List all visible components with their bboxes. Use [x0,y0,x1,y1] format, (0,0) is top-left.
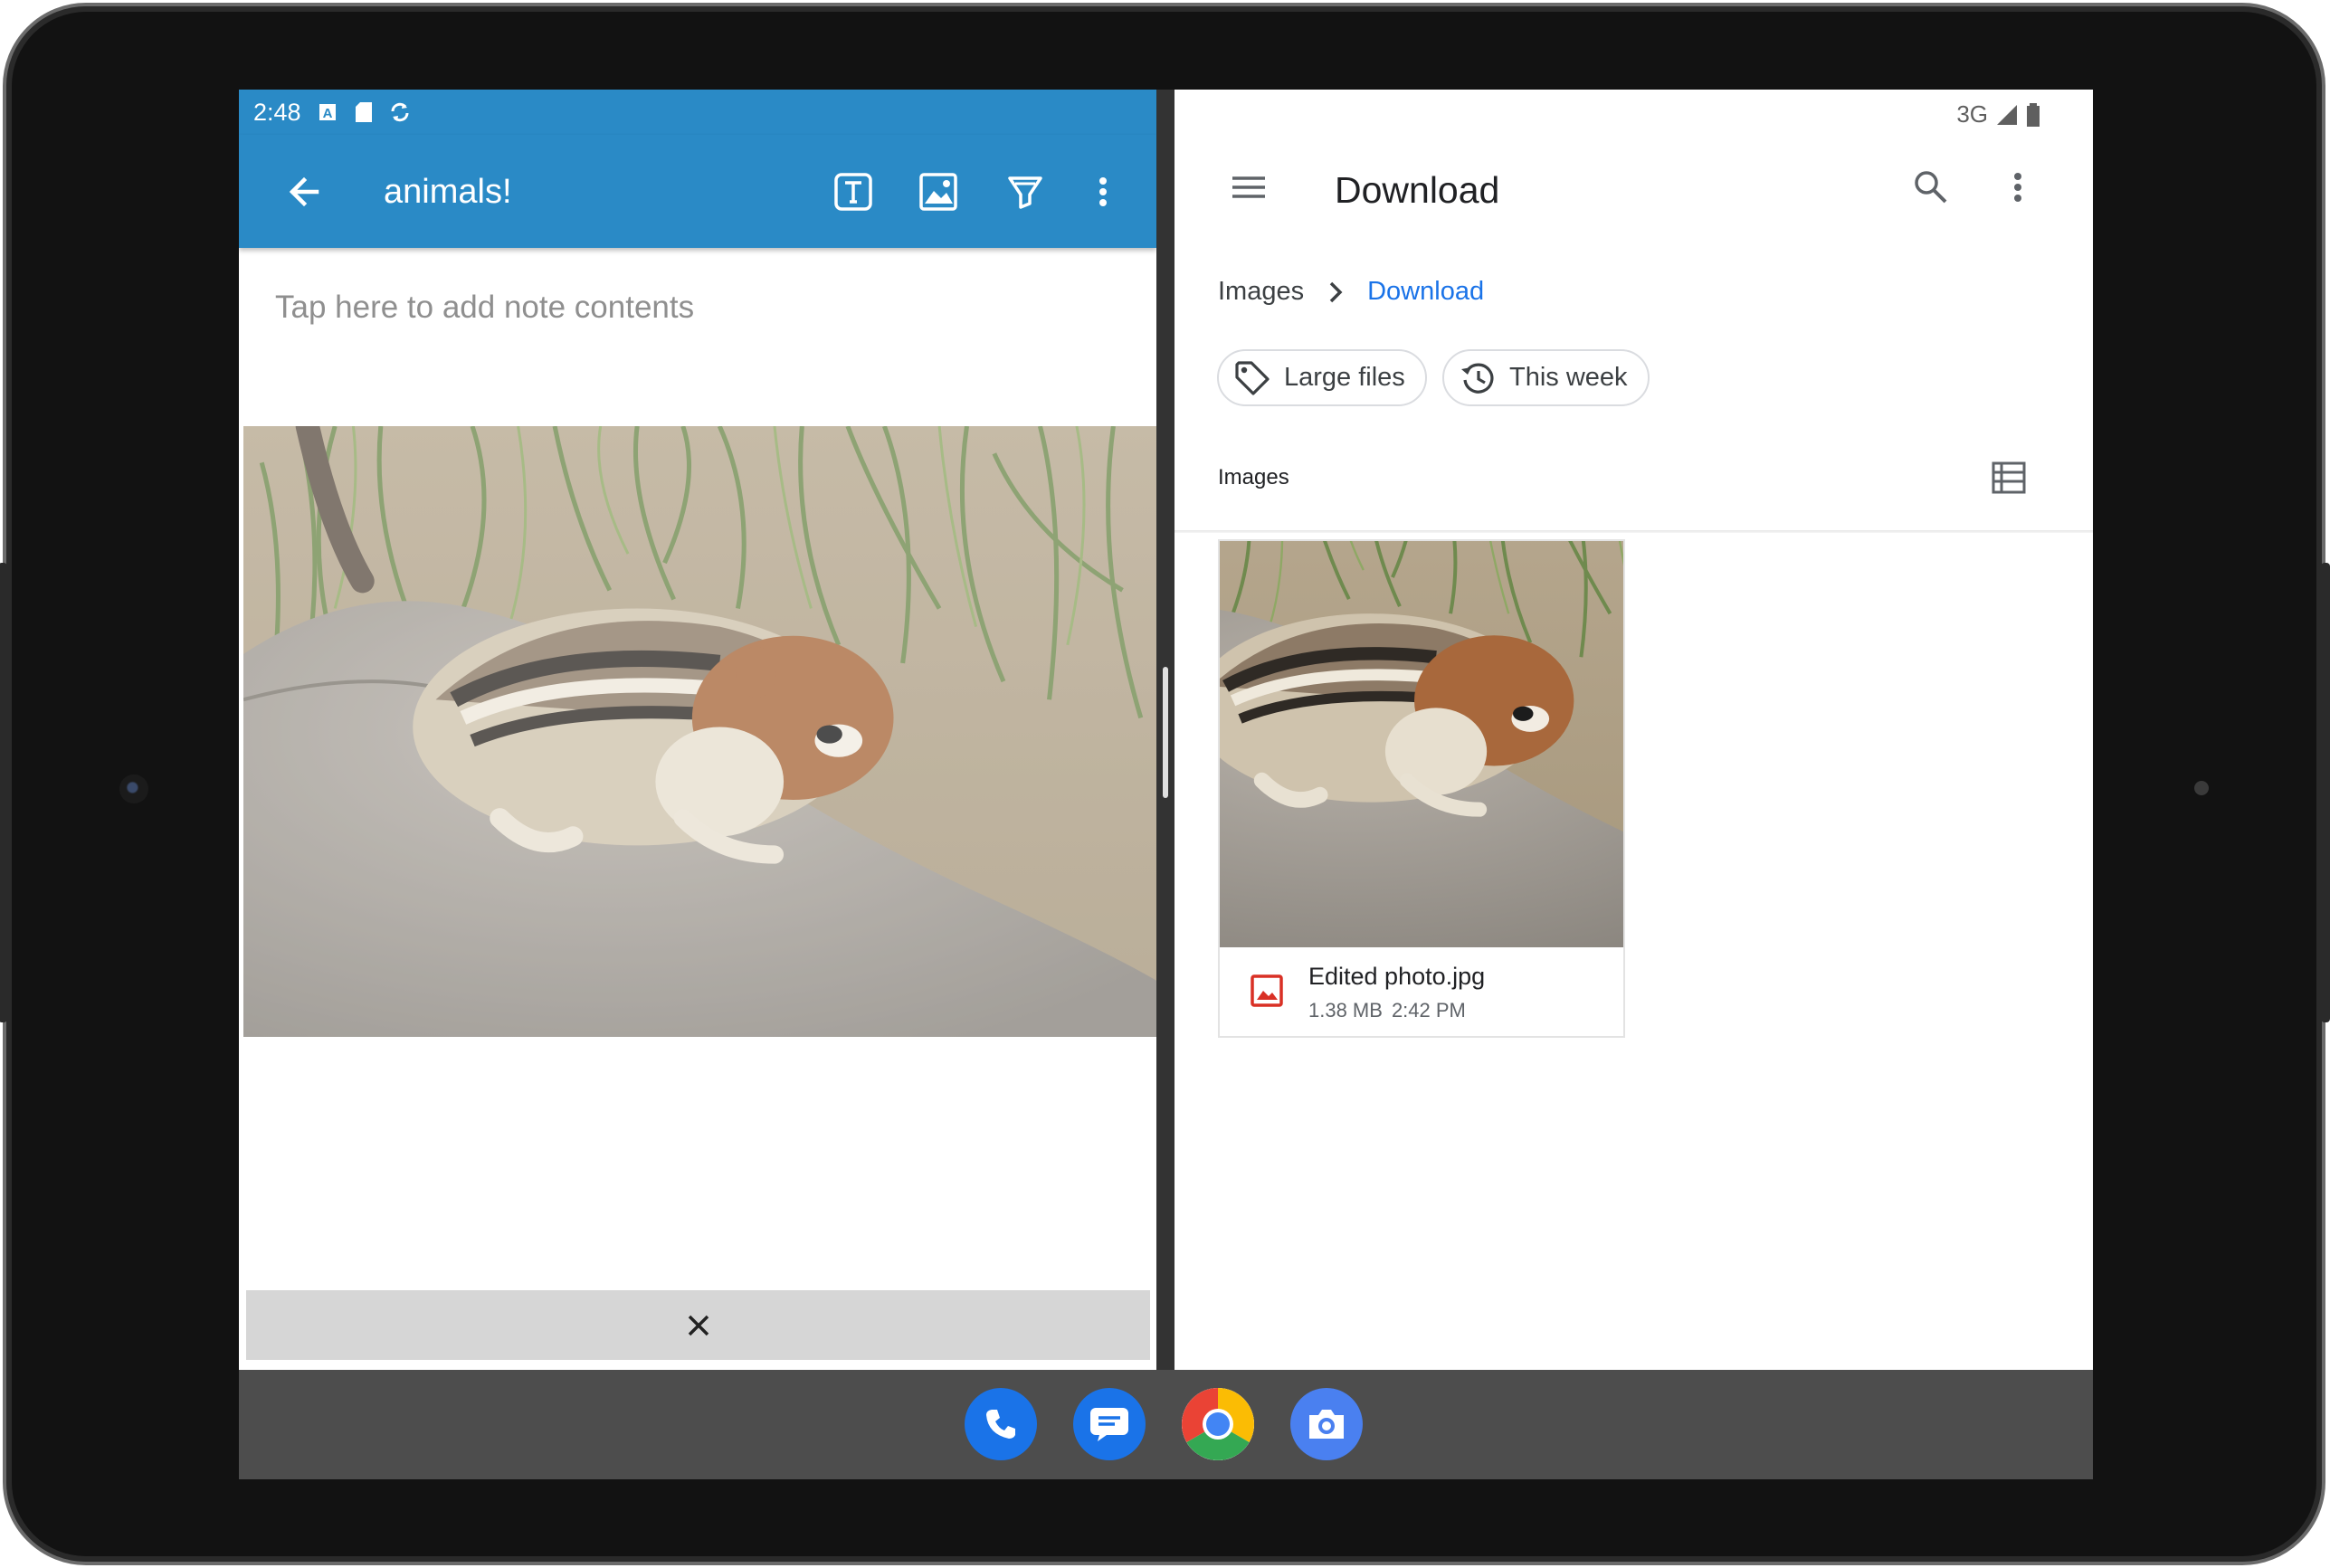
search-icon[interactable] [1911,167,1951,212]
text-format-icon[interactable] [830,168,877,215]
note-content-placeholder[interactable]: Tap here to add note contents [275,290,694,326]
breadcrumb-root[interactable]: Images [1218,277,1304,307]
status-bar-left: 2:48 A [239,90,1156,135]
list-view-icon[interactable] [1992,461,2026,499]
app-dock [239,1370,2093,1479]
tag-icon [1235,360,1270,395]
chevron-right-icon [1329,281,1343,302]
notes-toolbar: animals! [239,135,1156,248]
note-title: animals! [384,173,512,211]
file-card[interactable]: Edited photo.jpg 1.38 MB 2:42 PM [1218,539,1625,1038]
files-title: Download [1335,169,1500,211]
divider-handle[interactable] [1163,667,1168,798]
svg-text:A: A [322,106,332,121]
chip-this-week[interactable]: This week [1442,349,1650,406]
section-header: Images [1218,465,1289,489]
side-button-right [2321,563,2330,1022]
file-name: Edited photo.jpg [1308,963,1486,990]
network-type: 3G [1956,100,1988,128]
file-time: 2:42 PM [1391,999,1466,1022]
battery-icon [2027,102,2040,127]
light-sensor [2194,781,2209,795]
screen: 2:48 A animals! Tap here to add note con… [239,90,2093,1479]
chrome-icon[interactable] [1182,1388,1254,1460]
file-meta: 1.38 MB 2:42 PM [1308,999,1466,1022]
a-letter-icon: A [318,101,338,123]
image-icon[interactable] [915,168,962,215]
more-vert-icon[interactable] [1998,167,2038,212]
breadcrumb: Images Download [1218,277,1484,307]
side-button-left [0,563,7,1022]
section-divider [1175,530,2093,533]
messages-icon[interactable] [1073,1388,1146,1460]
image-file-icon [1250,974,1284,1012]
signal-icon [1997,104,2017,125]
breadcrumb-current[interactable]: Download [1367,277,1484,307]
highlighter-icon[interactable] [1002,168,1049,215]
camera-icon[interactable] [1290,1388,1363,1460]
close-icon[interactable] [685,1312,712,1339]
sd-card-icon [354,101,374,123]
chipmunk-photo[interactable] [243,426,1159,1037]
dismiss-bar[interactable] [246,1290,1150,1360]
sync-icon [390,101,410,123]
hamburger-menu-icon[interactable] [1231,169,1267,210]
status-bar-right: 3G [1956,100,2040,128]
notes-app-pane: 2:48 A animals! Tap here to add note con… [239,90,1156,1370]
files-app-pane: 3G Download Images Download Large files [1175,90,2093,1370]
phone-icon[interactable] [965,1388,1037,1460]
chip-label: Large files [1284,363,1405,392]
history-icon [1461,363,1494,394]
status-time: 2:48 [253,98,301,126]
file-size: 1.38 MB [1308,999,1383,1022]
chip-large-files[interactable]: Large files [1217,349,1427,406]
more-vert-icon[interactable] [1079,168,1127,215]
front-camera [119,774,148,803]
chip-label: This week [1509,363,1628,392]
arrow-back-icon[interactable] [281,168,328,215]
file-thumbnail [1220,541,1623,947]
